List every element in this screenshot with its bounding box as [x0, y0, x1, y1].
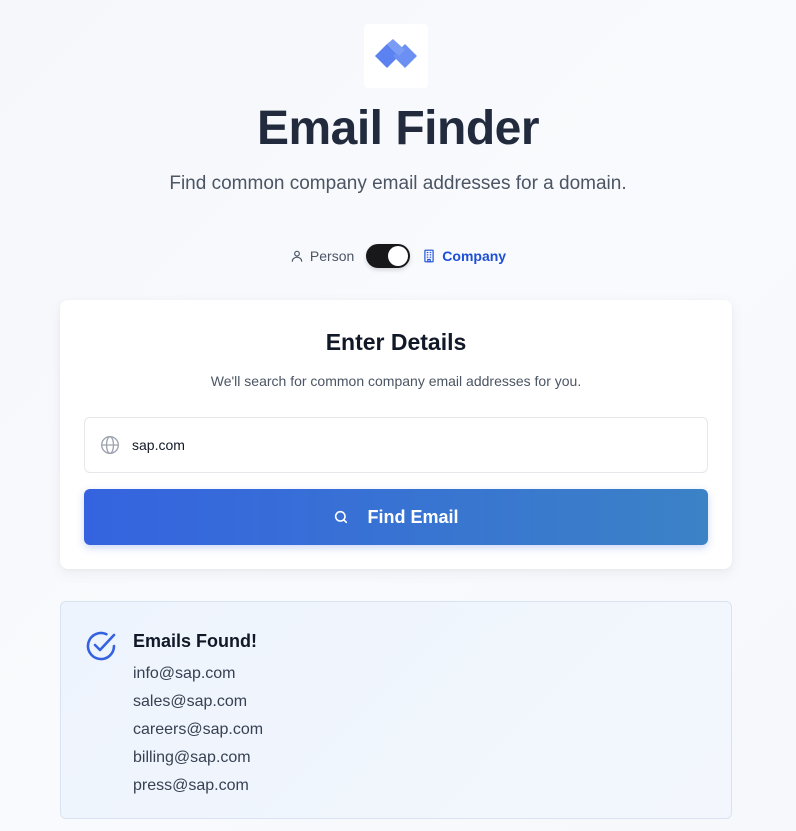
mode-switch[interactable] — [366, 244, 411, 268]
email-item: billing@sap.com — [133, 749, 251, 766]
person-label: Person — [309, 248, 355, 264]
card-description: We'll search for common company email ad… — [210, 373, 582, 389]
page-title: Email Finder — [256, 102, 540, 155]
switch-knob — [388, 246, 409, 266]
mode-option-company[interactable]: Company — [422, 248, 506, 264]
domain-input[interactable] — [132, 437, 692, 453]
email-item: careers@sap.com — [133, 721, 264, 738]
email-list: info@sap.com sales@sap.com careers@sap.c… — [133, 660, 263, 800]
email-item: info@sap.com — [133, 665, 236, 682]
globe-icon — [101, 436, 119, 454]
check-circle-icon — [86, 631, 116, 661]
mode-option-person[interactable]: Person — [290, 248, 354, 264]
app-logo — [364, 24, 428, 88]
find-email-label: Find Email — [367, 506, 459, 527]
user-icon — [291, 250, 303, 262]
email-item: press@sap.com — [133, 777, 249, 794]
results-title: Emails Found! — [133, 631, 258, 651]
email-item: sales@sap.com — [133, 693, 248, 710]
building-icon — [424, 249, 434, 263]
logo-icon — [375, 39, 417, 68]
results-panel: Emails Found! info@sap.com sales@sap.com… — [60, 601, 732, 819]
card-title: Enter Details — [325, 329, 467, 355]
mode-toggle: Person Company — [0, 243, 796, 269]
search-icon — [335, 510, 348, 524]
company-label: Company — [442, 248, 507, 264]
page-subtitle: Find common company email addresses for … — [169, 173, 627, 194]
details-card: Enter Details We'll search for common co… — [60, 300, 732, 569]
domain-field[interactable] — [84, 417, 708, 473]
find-email-button[interactable]: Find Email — [84, 489, 708, 545]
